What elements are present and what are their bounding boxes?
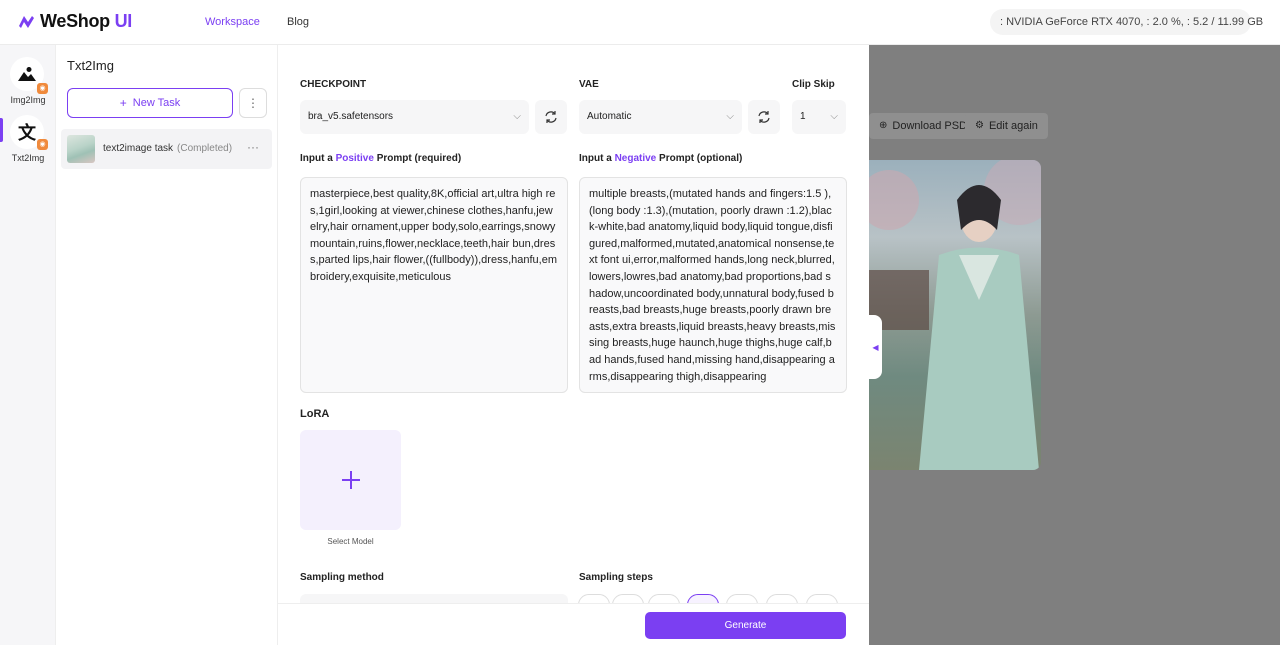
action-footer: Generate: [278, 603, 869, 645]
task-panel: Txt2Img + New Task ⋮ text2image task (Com…: [56, 45, 278, 645]
task-thumbnail: [67, 135, 95, 163]
sampling-method-label: Sampling method: [300, 572, 384, 583]
badge-icon: ◉: [37, 83, 48, 94]
download-psd-button[interactable]: ⊕ Download PSD: [869, 113, 977, 139]
vae-value: Automatic: [587, 111, 632, 122]
chevron-down-icon: ⌵: [513, 111, 521, 122]
more-vertical-icon: ⋮: [247, 96, 259, 110]
gpu-status: : NVIDIA GeForce RTX 4070, : 2.0 %, : 5.…: [990, 9, 1263, 35]
collapse-panel-button[interactable]: ◀: [869, 315, 882, 379]
more-options-button[interactable]: ⋮: [239, 88, 267, 118]
caret-left-icon: ◀: [872, 342, 879, 352]
result-preview: ⊕ Download PSD ⚙ Edit again: [869, 45, 1280, 645]
refresh-vae-button[interactable]: [748, 100, 780, 134]
rail-item-txt2img[interactable]: 文 ◉ Txt2Img: [0, 115, 56, 171]
mode-rail: ◉ Img2Img 文 ◉ Txt2Img: [0, 45, 56, 645]
edit-again-label: Edit again: [988, 120, 1038, 132]
refresh-icon: [758, 111, 770, 123]
nav-blog-link[interactable]: Blog: [287, 16, 309, 28]
panel-title: Txt2Img: [67, 58, 114, 73]
refresh-checkpoint-button[interactable]: [535, 100, 567, 134]
vae-label: VAE: [579, 79, 599, 90]
brand-name: WeShop UI: [40, 11, 132, 31]
chevron-down-icon: ⌵: [726, 111, 734, 122]
task-name: text2image task (Completed): [103, 143, 233, 154]
sliders-icon: ⚙: [975, 120, 984, 131]
generation-settings: CHECKPOINT bra_v5.safetensors ⌵ VAE Auto…: [278, 45, 869, 645]
negative-prompt-label: Input a Negative Prompt (optional): [579, 153, 743, 164]
edit-again-button[interactable]: ⚙ Edit again: [965, 113, 1048, 139]
checkpoint-label: CHECKPOINT: [300, 79, 367, 90]
logo[interactable]: WeShop UI: [16, 11, 132, 32]
new-task-label: New Task: [132, 97, 181, 109]
select-model-caption: Select Model: [327, 537, 374, 546]
task-menu-icon[interactable]: ···: [247, 140, 259, 154]
download-icon: ⊕: [879, 120, 888, 131]
rail-item-img2img[interactable]: ◉ Img2Img: [0, 57, 56, 113]
sampling-steps-label: Sampling steps: [579, 572, 653, 583]
checkpoint-value: bra_v5.safetensors: [308, 111, 394, 122]
rail-item-label: Img2Img: [10, 95, 46, 105]
badge-icon: ◉: [37, 139, 48, 150]
checkpoint-select[interactable]: bra_v5.safetensors ⌵: [300, 100, 529, 134]
task-item[interactable]: text2image task (Completed) ···: [61, 129, 272, 169]
weshop-logo-icon: [19, 15, 34, 28]
new-task-button[interactable]: + New Task: [67, 88, 233, 118]
nav-workspace-link[interactable]: Workspace: [205, 16, 260, 28]
plus-icon: +: [119, 96, 127, 110]
chevron-down-icon: ⌵: [830, 111, 838, 122]
rail-item-label: Txt2Img: [11, 153, 45, 163]
clip-skip-select[interactable]: 1 ⌵: [792, 100, 846, 134]
vae-select[interactable]: Automatic ⌵: [579, 100, 742, 134]
positive-prompt-label: Input a Positive Prompt (required): [300, 153, 462, 164]
top-bar: WeShop UI Workspace Blog : NVIDIA GeForc…: [0, 0, 1280, 45]
lora-label: LoRA: [300, 408, 330, 420]
clip-skip-value: 1: [800, 111, 806, 122]
lora-add-card[interactable]: [300, 430, 401, 530]
clip-skip-label: Clip Skip: [792, 79, 835, 90]
positive-prompt-textarea[interactable]: masterpiece,best quality,8K,official art…: [300, 177, 568, 393]
refresh-icon: [545, 111, 557, 123]
generated-image[interactable]: [869, 160, 1041, 470]
task-status: (Completed): [177, 143, 233, 154]
plus-icon: [341, 471, 360, 489]
negative-prompt-textarea[interactable]: multiple breasts,(mutated hands and fing…: [579, 177, 847, 393]
download-psd-label: Download PSD: [892, 120, 967, 132]
generate-button[interactable]: Generate: [645, 612, 846, 639]
